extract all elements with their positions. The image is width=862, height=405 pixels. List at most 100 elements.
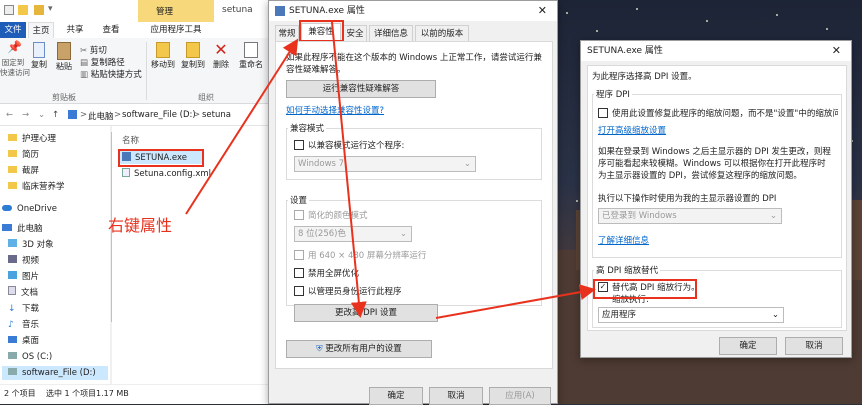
dpi-heading: 为此程序选择高 DPI 设置。 bbox=[592, 72, 697, 82]
disable-fullscreen-checkbox[interactable] bbox=[294, 268, 304, 278]
properties-dialog-dpi: SETUNA.exe 属性 ✕ 为此程序选择高 DPI 设置。 程序 DPI 使… bbox=[580, 40, 852, 358]
paste-button[interactable]: 粘贴 bbox=[52, 42, 76, 72]
status-size: 1.17 MB bbox=[96, 389, 129, 398]
nav-item[interactable]: 临床营养学 bbox=[8, 180, 65, 194]
file-item-config[interactable]: Setuna.config.xml bbox=[122, 168, 211, 179]
recent-dropdown-icon[interactable]: ⌄ bbox=[38, 110, 45, 120]
chevron-down-icon: ⌄ bbox=[399, 229, 407, 239]
copy-button[interactable]: 复制 bbox=[28, 42, 50, 70]
reduced-color-checkbox[interactable] bbox=[294, 210, 304, 220]
use-dpi-select[interactable]: 已登录到 Windows ⌄ bbox=[598, 208, 782, 224]
scaling-by-select[interactable]: 应用程序 ⌄ bbox=[598, 307, 784, 323]
close-icon[interactable]: ✕ bbox=[832, 41, 841, 61]
change-all-users-button[interactable]: ⛨ 更改所有用户的设置 bbox=[286, 340, 432, 358]
tab-view[interactable]: 查看 bbox=[98, 22, 124, 38]
tab-app-tools[interactable]: 应用程序工具 bbox=[136, 22, 216, 38]
dialog-titlebar: SETUNA.exe 属性 ✕ bbox=[581, 41, 851, 61]
compat-os-select[interactable]: Windows 7 ⌄ bbox=[294, 156, 476, 172]
nav-item[interactable]: ♪ 音乐 bbox=[8, 318, 39, 332]
tab-share[interactable]: 共享 bbox=[62, 22, 88, 38]
compat-os-value: Windows 7 bbox=[298, 159, 345, 169]
properties-dialog-compat: SETUNA.exe 属性 ✕ 常规 兼容性 安全 详细信息 以前的版本 如果此… bbox=[268, 0, 558, 405]
nav-item-this-pc[interactable]: 此电脑 bbox=[2, 222, 43, 236]
nav-item[interactable]: 3D 对象 bbox=[8, 238, 54, 252]
explorer-titlebar: ▾ 管理 setuna bbox=[0, 0, 274, 22]
tab-home[interactable]: 主页 bbox=[28, 22, 54, 38]
nav-label: 截屏 bbox=[22, 166, 40, 176]
nav-item[interactable]: 图片 bbox=[8, 270, 39, 284]
run-troubleshooter-button[interactable]: 运行兼容性疑难解答 bbox=[286, 80, 436, 98]
nav-item[interactable]: 文档 bbox=[8, 286, 38, 300]
delete-icon: ✕ bbox=[214, 40, 228, 59]
color-depth-select[interactable]: 8 位(256)色 ⌄ bbox=[294, 226, 412, 242]
copy-to-button[interactable]: 复制到 bbox=[180, 42, 206, 70]
pin-icon: 📌 bbox=[7, 40, 22, 54]
highlight-box bbox=[299, 20, 344, 42]
open-scaling-link[interactable]: 打开高级缩放设置 bbox=[598, 124, 666, 136]
nav-item[interactable]: OS (C:) bbox=[8, 350, 52, 364]
run-admin-checkbox[interactable] bbox=[294, 286, 304, 296]
nav-label: 此电脑 bbox=[17, 224, 43, 234]
delete-button[interactable]: ✕ 删除 bbox=[210, 40, 232, 70]
tab-file[interactable]: 文件 bbox=[0, 22, 26, 38]
nav-item[interactable]: 桌面 bbox=[8, 334, 39, 348]
nav-item[interactable]: ↓ 下载 bbox=[8, 302, 39, 316]
address-bar[interactable]: ← → ⌄ ↑ > 此电脑 > software_File (D:) > set… bbox=[0, 106, 274, 126]
column-header-name[interactable]: 名称 bbox=[122, 134, 139, 146]
program-dpi-checkbox[interactable] bbox=[598, 108, 608, 118]
nav-item[interactable]: 护理心理 bbox=[8, 132, 56, 146]
drive-icon bbox=[8, 352, 17, 359]
tab-general[interactable]: 常规 bbox=[275, 25, 299, 41]
compat-mode-group bbox=[286, 128, 542, 180]
nav-item[interactable]: 视频 bbox=[8, 254, 39, 268]
compat-mode-checkbox[interactable] bbox=[294, 140, 304, 150]
tab-previous-versions[interactable]: 以前的版本 bbox=[415, 25, 469, 41]
paste-shortcut-button[interactable]: ▥ 粘贴快捷方式 bbox=[80, 68, 142, 80]
status-item-count: 2 个项目 bbox=[4, 389, 36, 398]
ok-button[interactable]: 确定 bbox=[369, 387, 423, 405]
color-depth-value: 8 位(256)色 bbox=[298, 229, 346, 239]
copy-icon bbox=[33, 42, 45, 58]
copy-path-button[interactable]: ▤ 复制路径 bbox=[80, 56, 125, 68]
ok-button[interactable]: 确定 bbox=[719, 337, 777, 355]
video-icon bbox=[8, 255, 17, 263]
forward-arrow-icon[interactable]: → bbox=[22, 110, 29, 120]
window-title: setuna bbox=[222, 5, 253, 15]
folder-icon[interactable] bbox=[18, 5, 28, 15]
up-arrow-icon[interactable]: ↑ bbox=[52, 110, 59, 120]
manual-compat-link[interactable]: 如何手动选择兼容性设置? bbox=[286, 104, 384, 116]
cancel-button[interactable]: 取消 bbox=[429, 387, 483, 405]
tab-security[interactable]: 安全 bbox=[343, 25, 367, 41]
pin-quick-access-button[interactable]: 📌 固定到 快速访问 bbox=[0, 40, 30, 78]
move-to-button[interactable]: 移动到 bbox=[150, 42, 176, 70]
breadcrumb-setuna[interactable]: setuna bbox=[202, 110, 231, 120]
rename-button[interactable]: 重命名 bbox=[236, 42, 266, 70]
folder-icon[interactable] bbox=[34, 5, 44, 15]
nav-item-onedrive[interactable]: OneDrive bbox=[2, 202, 57, 216]
folder-icon bbox=[8, 182, 17, 189]
cut-button[interactable]: ✂ 剪切 bbox=[80, 44, 107, 56]
apply-button[interactable]: 应用(A) bbox=[489, 387, 551, 405]
breadcrumb-this-pc[interactable]: 此电脑 bbox=[88, 110, 114, 122]
checkbox-icon[interactable] bbox=[4, 5, 14, 15]
close-icon[interactable]: ✕ bbox=[538, 1, 547, 21]
document-icon bbox=[8, 286, 16, 295]
dpi-explain-text: 如果在登录到 Windows 之后主显示器的 DPI 发生更改，则程序可能看起来… bbox=[598, 147, 831, 181]
nav-label: software_File (D:) bbox=[22, 368, 96, 378]
cancel-button[interactable]: 取消 bbox=[785, 337, 843, 355]
nav-label: OS (C:) bbox=[22, 352, 53, 362]
breadcrumb-drive[interactable]: software_File (D:) bbox=[122, 110, 196, 120]
change-dpi-button[interactable]: 更改高 DPI 设置 bbox=[294, 304, 438, 322]
program-dpi-label: 使用此设置修复此程序的缩放问题，而不是"设置"中的缩放问题 bbox=[612, 109, 838, 119]
quick-access-dropdown-icon[interactable]: ▾ bbox=[48, 4, 53, 14]
tab-details[interactable]: 详细信息 bbox=[369, 25, 413, 41]
dialog-title: SETUNA.exe 属性 bbox=[289, 6, 365, 16]
res-640-checkbox[interactable] bbox=[294, 250, 304, 260]
learn-more-link[interactable]: 了解详细信息 bbox=[598, 234, 649, 246]
nav-item-selected[interactable]: software_File (D:) bbox=[2, 366, 108, 380]
computer-icon bbox=[68, 110, 77, 119]
nav-item[interactable]: 简历 bbox=[8, 148, 39, 162]
pin-label: 固定到 快速访问 bbox=[0, 58, 30, 77]
nav-item[interactable]: 截屏 bbox=[8, 164, 39, 178]
back-arrow-icon[interactable]: ← bbox=[6, 110, 13, 120]
